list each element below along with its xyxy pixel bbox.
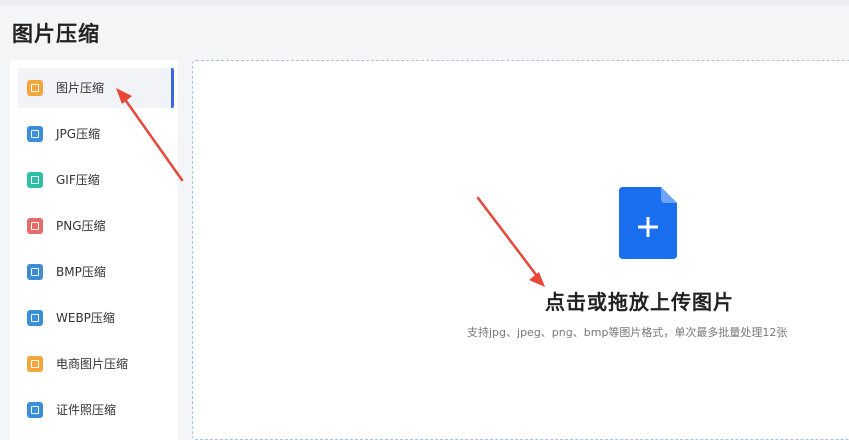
sidebar-item-label: 证件照压缩 [56, 403, 117, 417]
sidebar-item-label: WEBP压缩 [56, 311, 115, 325]
sidebar-item-png-compress[interactable]: PNG压缩 [18, 206, 174, 246]
sidebar-item-label: 电商图片压缩 [56, 357, 129, 371]
upload-dropzone[interactable] [192, 60, 849, 440]
jpg-compress-icon [27, 126, 43, 142]
sidebar-item-label: JPG压缩 [56, 127, 101, 141]
id-photo-compress-icon [27, 402, 43, 418]
sidebar-item-id-photo-compress[interactable]: 证件照压缩 [18, 390, 174, 430]
image-compress-icon [27, 80, 43, 96]
bmp-compress-icon [27, 264, 43, 280]
upload-hint: 支持jpg、jpeg、png、bmp等图片格式，单次最多批量处理12张 [467, 326, 788, 339]
gif-compress-icon [27, 172, 43, 188]
sidebar: 图片压缩 JPG压缩 GIF压缩 PNG压缩 BMP压缩 WEBP压缩 电商图片… [10, 60, 178, 440]
sidebar-item-label: PNG压缩 [56, 219, 106, 233]
top-band [0, 0, 849, 6]
sidebar-item-label: 图片压缩 [56, 81, 105, 95]
sidebar-item-ecommerce-compress[interactable]: 电商图片压缩 [18, 344, 174, 384]
sidebar-item-jpg-compress[interactable]: JPG压缩 [18, 114, 174, 154]
sidebar-item-bmp-compress[interactable]: BMP压缩 [18, 252, 174, 292]
ecommerce-compress-icon [27, 356, 43, 372]
page-title: 图片压缩 [12, 22, 100, 46]
sidebar-item-gif-compress[interactable]: GIF压缩 [18, 160, 174, 200]
sidebar-item-image-compress[interactable]: 图片压缩 [18, 68, 174, 108]
file-plus-icon[interactable] [619, 187, 677, 259]
webp-compress-icon [27, 310, 43, 326]
upload-title: 点击或拖放上传图片 [545, 290, 734, 314]
sidebar-item-label: GIF压缩 [56, 173, 100, 187]
sidebar-item-label: BMP压缩 [56, 265, 106, 279]
png-compress-icon [27, 218, 43, 234]
sidebar-item-webp-compress[interactable]: WEBP压缩 [18, 298, 174, 338]
